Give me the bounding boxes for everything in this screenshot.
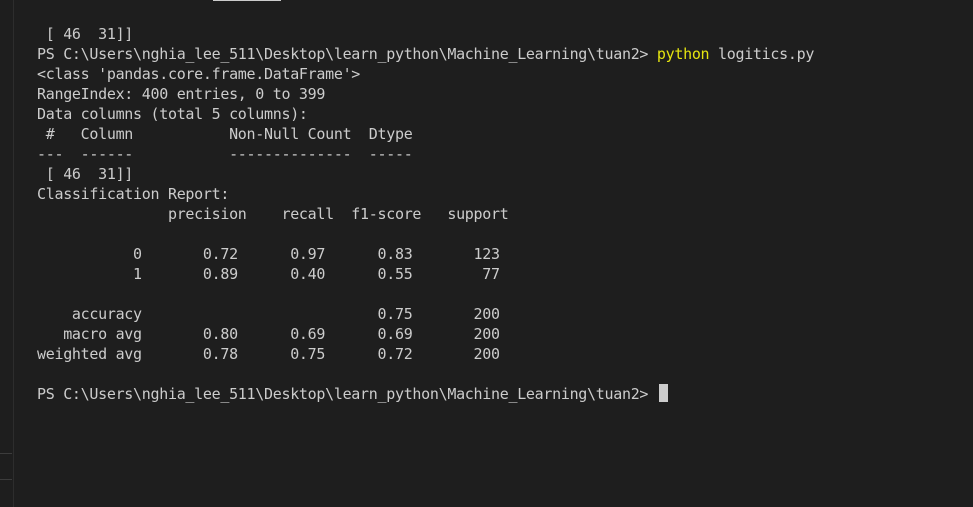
command-args: logitics.py xyxy=(709,45,815,63)
active-tab-indicator xyxy=(213,0,281,1)
terminal-line: Data columns (total 5 columns): xyxy=(37,105,308,123)
gutter-divider xyxy=(0,453,12,454)
terminal-line: Classification Report: xyxy=(37,185,230,203)
report-row: accuracy 0.75 200 xyxy=(37,305,500,323)
report-header: precision recall f1-score support xyxy=(37,205,509,223)
terminal-line: [ 46 31]] xyxy=(37,25,134,43)
terminal-line: RangeIndex: 400 entries, 0 to 399 xyxy=(37,85,326,103)
active-prompt-line[interactable]: PS C:\Users\nghia_lee_511\Desktop\learn_… xyxy=(37,384,973,404)
editor-gutter xyxy=(0,0,14,507)
gutter-divider xyxy=(0,479,12,480)
terminal-line: # Column Non-Null Count Dtype xyxy=(37,125,422,143)
report-row: weighted avg 0.78 0.75 0.72 200 xyxy=(37,345,500,363)
terminal-cursor xyxy=(658,384,668,402)
terminal-line: [ 46 31]] xyxy=(37,165,134,183)
report-row: 1 0.89 0.40 0.55 77 xyxy=(37,265,500,283)
report-row: macro avg 0.80 0.69 0.69 200 xyxy=(37,325,500,343)
terminal-line: <class 'pandas.core.frame.DataFrame'> xyxy=(37,65,361,83)
report-row: 0 0.72 0.97 0.83 123 xyxy=(37,245,500,263)
command-line: PS C:\Users\nghia_lee_511\Desktop\learn_… xyxy=(37,44,973,64)
prompt-text: PS C:\Users\nghia_lee_511\Desktop\learn_… xyxy=(37,385,657,403)
terminal-line: --- ------ -------------- ----- xyxy=(37,145,422,163)
terminal-output[interactable]: [ 46 31]] PS C:\Users\nghia_lee_511\Desk… xyxy=(37,24,973,404)
prompt-text: PS C:\Users\nghia_lee_511\Desktop\learn_… xyxy=(37,45,657,63)
command-program: python xyxy=(656,45,710,63)
